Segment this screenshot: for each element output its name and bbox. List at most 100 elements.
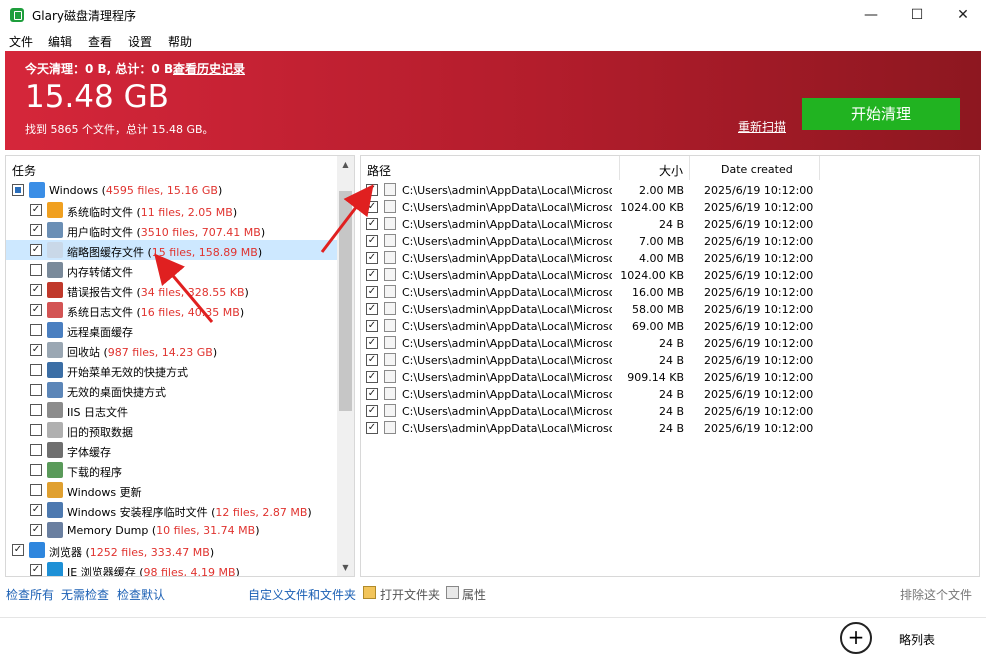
file-row[interactable]: ✓ C:\Users\admin\AppData\Local\Microsoft.… [361, 402, 821, 419]
tree-item-checkbox[interactable]: ✓ [30, 304, 42, 316]
file-checkbox[interactable]: ✓ [366, 405, 378, 417]
menu-file[interactable]: 文件 [9, 33, 33, 50]
tree-item-checkbox[interactable] [12, 184, 24, 196]
tree-item[interactable]: 内存转储文件 [6, 260, 338, 280]
tree-item[interactable]: ✓ 错误报告文件 (34 files, 328.55 KB) [6, 280, 338, 300]
close-button[interactable]: ✕ [940, 0, 986, 30]
file-row[interactable]: ✓ C:\Users\admin\AppData\Local\Microsoft.… [361, 215, 821, 232]
tree-item-checkbox[interactable]: ✓ [30, 564, 42, 576]
file-checkbox[interactable]: ✓ [366, 422, 378, 434]
file-row[interactable]: ✓ C:\Users\admin\AppData\Local\Microsoft.… [361, 351, 821, 368]
scroll-thumb[interactable] [339, 191, 352, 411]
minimize-button[interactable]: — [848, 0, 894, 30]
properties-button[interactable]: 属性 [462, 586, 486, 603]
tree-item[interactable]: 旧的预取数据 [6, 420, 338, 440]
tree-item[interactable]: ✓ 系统临时文件 (11 files, 2.05 MB) [6, 200, 338, 220]
tree-item[interactable]: ✓ 用户临时文件 (3510 files, 707.41 MB) [6, 220, 338, 240]
file-checkbox[interactable]: ✓ [366, 252, 378, 264]
history-link[interactable]: 查看历史记录 [173, 60, 245, 77]
tree-item-checkbox[interactable]: ✓ [30, 284, 42, 296]
file-row[interactable]: ✓ C:\Users\admin\AppData\Local\Microsoft.… [361, 300, 821, 317]
tree-item-checkbox[interactable] [30, 444, 42, 456]
tree-item[interactable]: 字体缓存 [6, 440, 338, 460]
open-folder-button[interactable]: 打开文件夹 [380, 586, 440, 603]
tree-item-checkbox[interactable]: ✓ [30, 344, 42, 356]
file-row[interactable]: ✓ C:\Users\admin\AppData\Local\Microsoft.… [361, 249, 821, 266]
file-row[interactable]: ✓ C:\Users\admin\AppData\Local\Microsoft.… [361, 232, 821, 249]
exclude-file-button[interactable]: 排除这个文件 [900, 586, 972, 603]
tree-item-checkbox[interactable] [30, 364, 42, 376]
tree-item[interactable]: ✓ 浏览器 (1252 files, 333.47 MB) [6, 540, 338, 560]
tree-item[interactable]: ✓ 缩略图缓存文件 (15 files, 158.89 MB) [6, 240, 338, 260]
file-row[interactable]: ✓ C:\Users\admin\AppData\Local\Microsoft.… [361, 334, 821, 351]
tree-item-checkbox[interactable] [30, 264, 42, 276]
tree-item[interactable]: ✓ Windows 安装程序临时文件 (12 files, 2.87 MB) [6, 500, 338, 520]
check-default-link[interactable]: 检查默认 [117, 586, 165, 603]
file-checkbox[interactable]: ✓ [366, 201, 378, 213]
column-size[interactable]: 大小 [659, 162, 683, 179]
file-checkbox[interactable]: ✓ [366, 303, 378, 315]
menu-edit[interactable]: 编辑 [48, 33, 72, 50]
tree-item[interactable]: Windows 更新 [6, 480, 338, 500]
tree-item-label: 内存转储文件 [67, 266, 133, 279]
file-row[interactable]: ✓ C:\Users\admin\AppData\Local\Microsoft.… [361, 419, 821, 436]
tree-item[interactable]: 远程桌面缓存 [6, 320, 338, 340]
tree-item-checkbox[interactable]: ✓ [12, 544, 24, 556]
task-scrollbar[interactable]: ▲ ▼ [337, 156, 354, 576]
tree-item-checkbox[interactable]: ✓ [30, 204, 42, 216]
tree-item-checkbox[interactable] [30, 404, 42, 416]
maximize-button[interactable]: ☐ [894, 0, 940, 30]
file-checkbox[interactable]: ✓ [366, 235, 378, 247]
file-row[interactable]: ✓ C:\Users\admin\AppData\Local\Microsoft.… [361, 317, 821, 334]
tree-item-checkbox[interactable]: ✓ [30, 244, 42, 256]
file-checkbox[interactable]: ✓ [366, 269, 378, 281]
menu-view[interactable]: 查看 [88, 33, 112, 50]
check-none-link[interactable]: 无需检查 [61, 586, 109, 603]
tree-item[interactable]: ✓ Memory Dump (10 files, 31.74 MB) [6, 520, 338, 540]
check-all-link[interactable]: 检查所有 [6, 586, 54, 603]
menu-help[interactable]: 帮助 [168, 33, 192, 50]
tree-item-label: 远程桌面缓存 [67, 326, 133, 339]
file-checkbox[interactable]: ✓ [366, 337, 378, 349]
file-checkbox[interactable]: ✓ [366, 218, 378, 230]
custom-files-link[interactable]: 自定义文件和文件夹 [248, 586, 356, 603]
tree-item[interactable]: ✓ IE 浏览器缓存 (98 files, 4.19 MB) [6, 560, 338, 576]
tree-item[interactable]: ✓ 回收站 (987 files, 14.23 GB) [6, 340, 338, 360]
tree-item[interactable]: 开始菜单无效的快捷方式 [6, 360, 338, 380]
file-row[interactable]: ✓ C:\Users\admin\AppData\Local\Microsoft.… [361, 283, 821, 300]
file-checkbox[interactable]: ✓ [366, 286, 378, 298]
file-row[interactable]: ✓ C:\Users\admin\AppData\Local\Microsoft.… [361, 198, 821, 215]
tree-item-checkbox[interactable]: ✓ [30, 504, 42, 516]
file-row[interactable]: ✓ C:\Users\admin\AppData\Local\Microsoft.… [361, 368, 821, 385]
tree-item[interactable]: 无效的桌面快捷方式 [6, 380, 338, 400]
scroll-down-icon[interactable]: ▼ [337, 559, 354, 576]
file-checkbox[interactable]: ✓ [366, 371, 378, 383]
desktop-shortcut-icon [47, 382, 63, 398]
tree-item-checkbox[interactable]: ✓ [30, 224, 42, 236]
tree-item-checkbox[interactable] [30, 424, 42, 436]
tree-item[interactable]: ✓ 系统日志文件 (16 files, 40.35 MB) [6, 300, 338, 320]
file-checkbox[interactable]: ✓ [366, 354, 378, 366]
column-path[interactable]: 路径 [367, 162, 391, 179]
tree-item-checkbox[interactable] [30, 324, 42, 336]
file-row[interactable]: ✓ C:\Users\admin\AppData\Local\Microsoft.… [361, 181, 821, 198]
scroll-up-icon[interactable]: ▲ [337, 156, 354, 173]
file-checkbox[interactable]: ✓ [366, 388, 378, 400]
tree-item[interactable]: 下载的程序 [6, 460, 338, 480]
tree-item[interactable]: Windows (4595 files, 15.16 GB) [6, 180, 338, 200]
file-row[interactable]: ✓ C:\Users\admin\AppData\Local\Microsoft.… [361, 266, 821, 283]
tree-item-checkbox[interactable] [30, 384, 42, 396]
tree-item-checkbox[interactable] [30, 464, 42, 476]
column-date[interactable]: Date created [721, 163, 793, 176]
menu-settings[interactable]: 设置 [128, 33, 152, 50]
collapse-list-icon[interactable]: + [840, 622, 872, 654]
file-checkbox[interactable]: ✓ [366, 184, 378, 196]
tree-item[interactable]: IIS 日志文件 [6, 400, 338, 420]
rescan-link[interactable]: 重新扫描 [738, 118, 786, 135]
collapse-list-label[interactable]: 略列表 [899, 631, 935, 648]
start-clean-button[interactable]: 开始清理 [802, 98, 960, 130]
file-checkbox[interactable]: ✓ [366, 320, 378, 332]
file-row[interactable]: ✓ C:\Users\admin\AppData\Local\Microsoft.… [361, 385, 821, 402]
tree-item-checkbox[interactable]: ✓ [30, 524, 42, 536]
tree-item-checkbox[interactable] [30, 484, 42, 496]
